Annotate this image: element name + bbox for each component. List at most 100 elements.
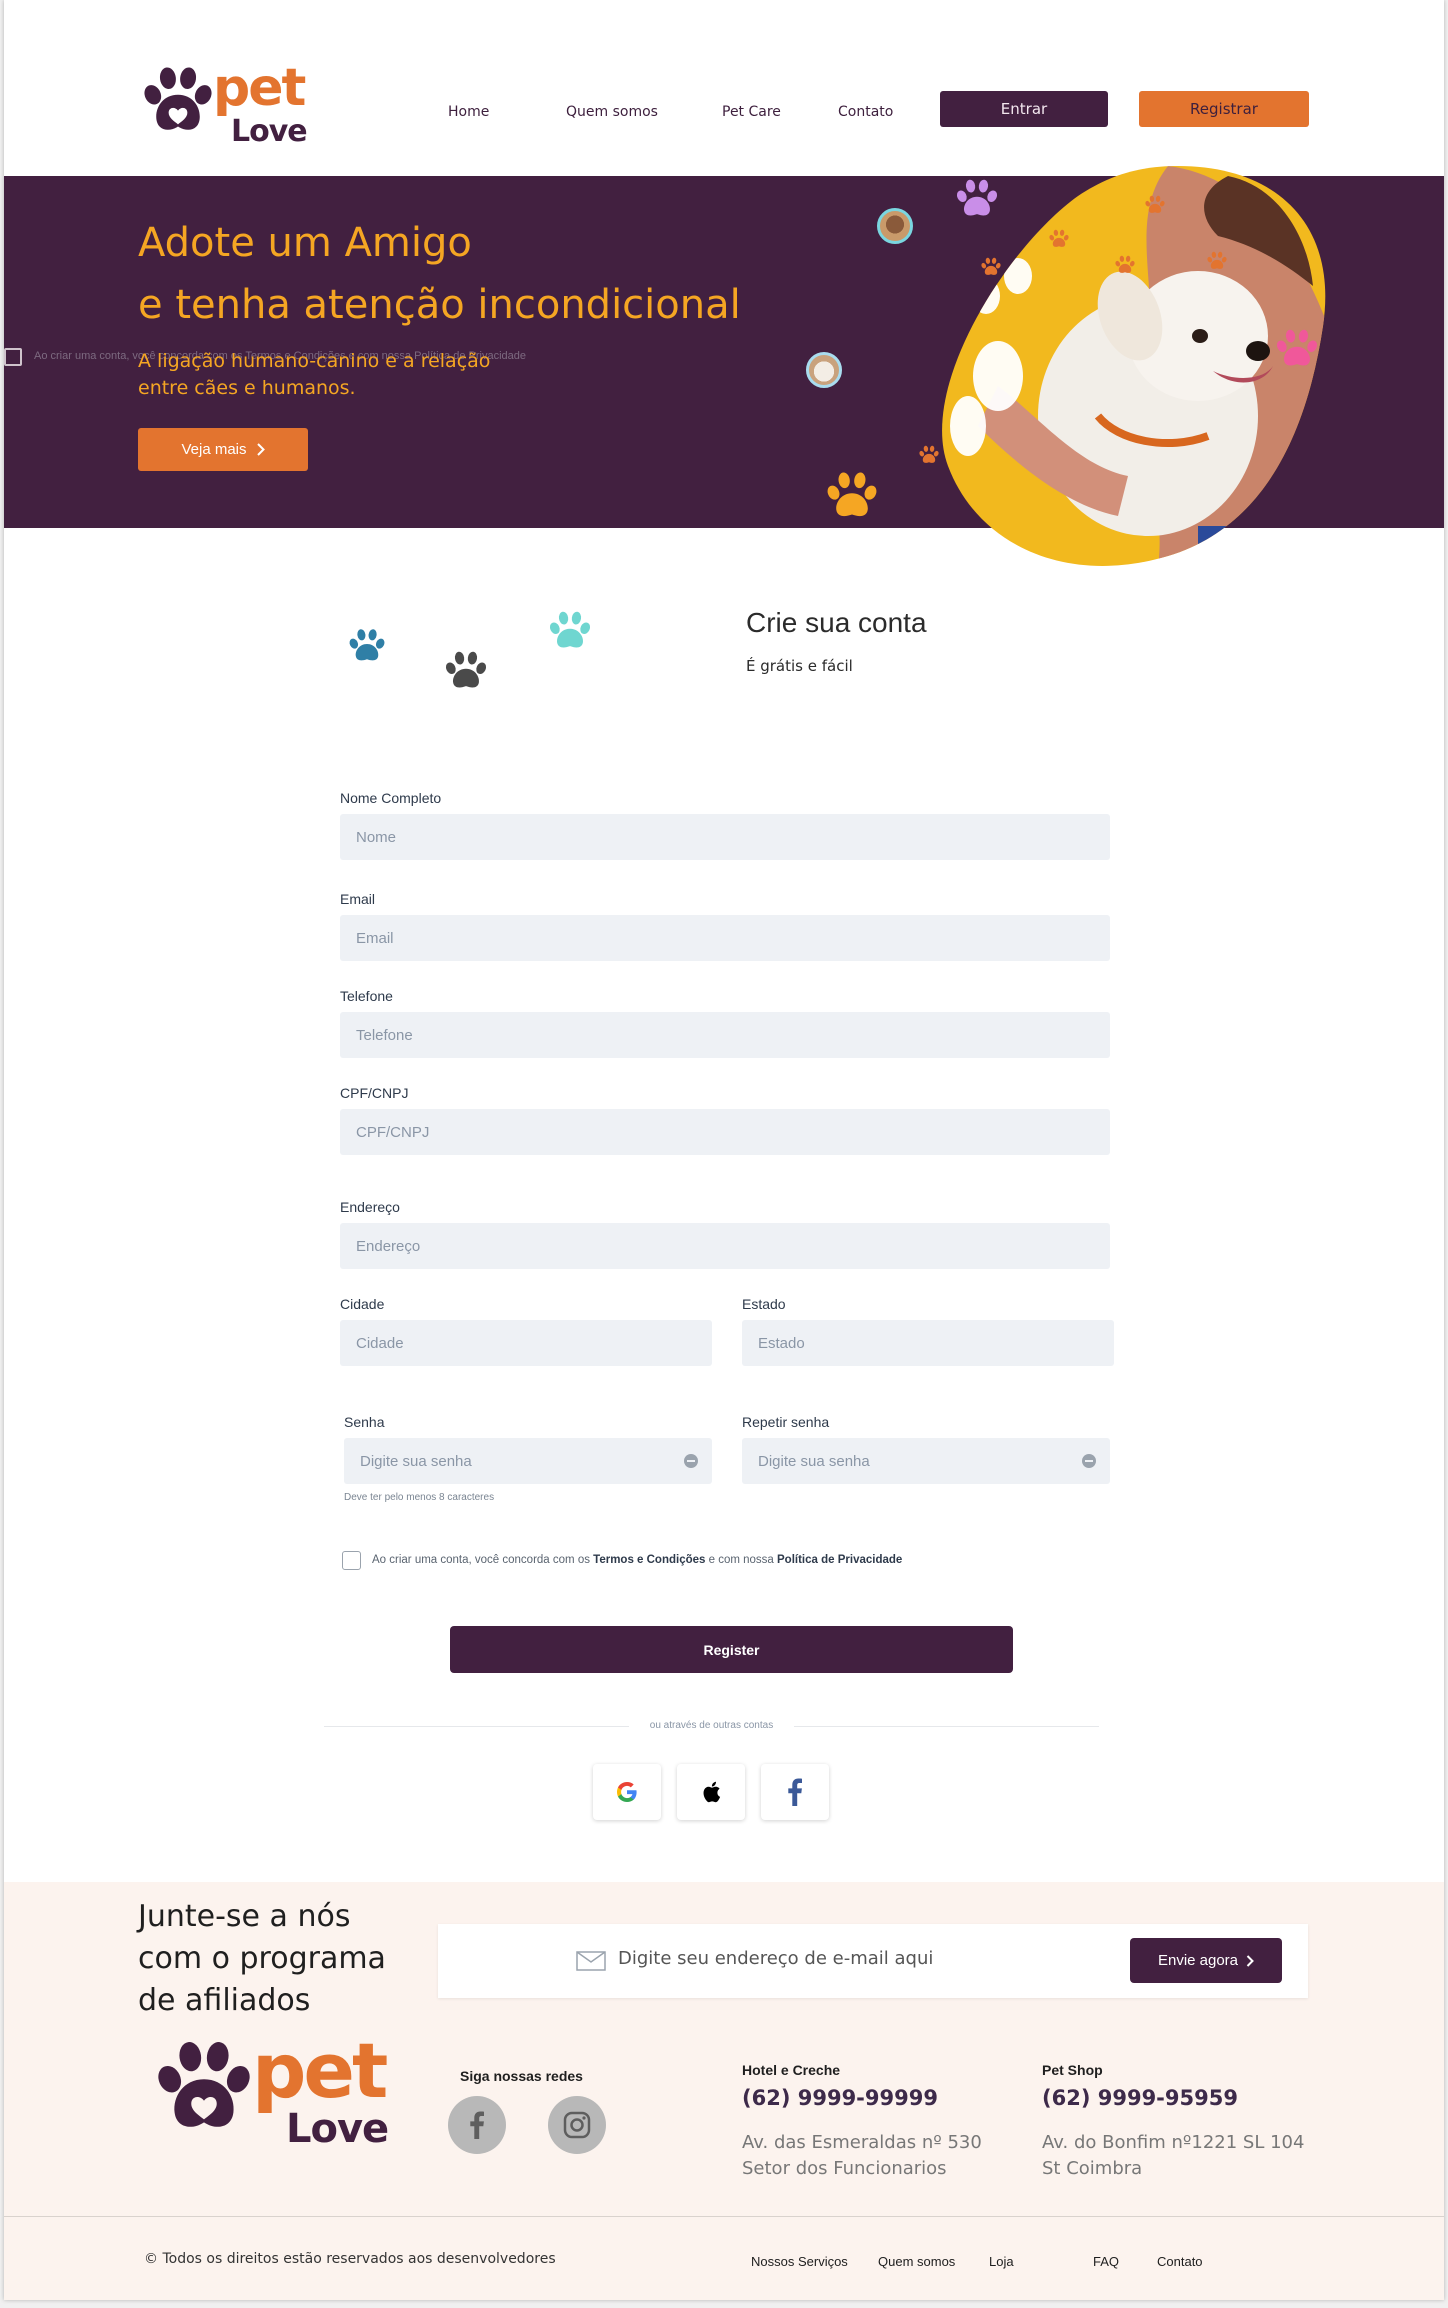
password-placeholder: Digite sua senha — [360, 1452, 472, 1470]
facebook-icon — [470, 2111, 484, 2139]
newsletter-box: Digite seu endereço de e-mail aqui Envie… — [438, 1924, 1308, 1998]
register-button[interactable]: Registrar — [1139, 91, 1309, 127]
facebook-icon — [788, 1778, 802, 1806]
shop-address-line1: Av. do Bonfim nº1221 SL 104 — [1042, 2132, 1305, 2153]
nav-contact[interactable]: Contato — [838, 104, 893, 120]
email-field[interactable]: Email — [340, 915, 1110, 961]
nav-about[interactable]: Quem somos — [566, 104, 658, 120]
eye-off-icon[interactable] — [684, 1454, 698, 1468]
terms-middle: e com nossa — [705, 1554, 778, 1566]
terms-text: Ao criar uma conta, você concorda com os… — [372, 1554, 902, 1566]
newsletter-submit-label: Envie agora — [1157, 1952, 1239, 1969]
doc-field[interactable]: CPF/CNPJ — [340, 1109, 1110, 1155]
social-title: Siga nossas redes — [460, 2068, 583, 2084]
state-label: Estado — [742, 1296, 786, 1312]
submit-button[interactable]: Register — [450, 1626, 1013, 1673]
newsletter-submit-button[interactable]: Envie agora — [1130, 1938, 1282, 1983]
footer-instagram-button[interactable] — [548, 2096, 606, 2154]
shop-title: Pet Shop — [1042, 2062, 1103, 2078]
email-label: Email — [340, 891, 376, 907]
city-label: Cidade — [340, 1296, 385, 1312]
divider-line — [324, 1726, 629, 1727]
hotel-address-line2: Setor dos Funcionarios — [742, 2158, 947, 2179]
city-field[interactable]: Cidade — [340, 1320, 712, 1366]
hero-subtitle-line1: A ligação humano-canino e a relação — [138, 350, 491, 372]
terms-checkbox[interactable] — [342, 1551, 361, 1570]
hero-subtitle: A ligação humano-canino e a relação entr… — [138, 348, 490, 402]
password-field[interactable]: Digite sua senha — [344, 1438, 712, 1484]
terms-prefix: Ao criar uma conta, você concorda com os — [372, 1554, 594, 1566]
pet-avatar — [806, 352, 842, 388]
eye-off-icon[interactable] — [1082, 1454, 1096, 1468]
login-button[interactable]: Entrar — [940, 91, 1108, 127]
password-hint: Deve ter pelo menos 8 caracteres — [344, 1492, 495, 1503]
phone-label: Telefone — [340, 988, 393, 1004]
hero-cta-button[interactable]: Veja mais — [138, 428, 308, 471]
password2-field[interactable]: Digite sua senha — [742, 1438, 1110, 1484]
footer-facebook-button[interactable] — [448, 2096, 506, 2154]
hotel-phone[interactable]: (62) 9999-99999 — [742, 2086, 938, 2110]
address-field[interactable]: Endereço — [340, 1223, 1110, 1269]
hero-title-line2: e tenha atenção incondicional — [138, 282, 741, 328]
affiliate-line3: de afiliados — [138, 1983, 311, 2018]
affiliate-line2: com o programa — [138, 1941, 386, 1976]
header: pet Love Home Quem somos Pet Care Contat… — [4, 0, 1444, 176]
logo-text-pet: pet — [252, 2026, 388, 2115]
hero-title-line1: Adote um Amigo — [138, 220, 472, 266]
phone-field[interactable]: Telefone — [340, 1012, 1110, 1058]
affiliate-title: Junte-se a nós com o programa de afiliad… — [138, 1896, 386, 2022]
name-field[interactable]: Nome — [340, 814, 1110, 860]
footer: Junte-se a nós com o programa de afiliad… — [4, 1882, 1444, 2300]
footer-divider — [4, 2216, 1444, 2217]
footer-logo[interactable]: pet Love — [148, 2026, 408, 2160]
logo-paw-icon — [137, 66, 219, 138]
logo-text-love: Love — [231, 114, 308, 149]
pet-avatar — [877, 208, 913, 244]
footer-link-about[interactable]: Quem somos — [878, 2254, 955, 2269]
hero-title: Adote um Amigo e tenha atenção incondici… — [138, 212, 741, 336]
nav-petcare[interactable]: Pet Care — [722, 104, 781, 120]
footer-link-services[interactable]: Nossos Serviços — [751, 2254, 848, 2269]
state-field[interactable]: Estado — [742, 1320, 1114, 1366]
logo-text-pet: pet — [213, 58, 306, 118]
footer-link-faq[interactable]: FAQ — [1093, 2254, 1119, 2269]
mail-icon — [576, 1951, 606, 1971]
terms-link[interactable]: Termos e Condições — [593, 1554, 705, 1566]
hotel-address-line1: Av. das Esmeraldas nº 530 — [742, 2132, 982, 2153]
chevron-right-icon — [256, 443, 265, 456]
nav-home[interactable]: Home — [448, 104, 489, 120]
hero-image-group — [784, 166, 1424, 566]
paw-icon — [918, 444, 940, 466]
chevron-right-icon — [1246, 1954, 1254, 1967]
google-icon — [617, 1782, 637, 1802]
newsletter-input[interactable]: Digite seu endereço de e-mail aqui — [618, 1948, 933, 1969]
paw-icon — [547, 608, 593, 654]
address-label: Endereço — [340, 1199, 400, 1215]
shop-phone[interactable]: (62) 9999-95959 — [1042, 2086, 1238, 2110]
google-login-button[interactable] — [593, 1764, 661, 1820]
paw-icon — [980, 256, 1002, 278]
paw-icon — [824, 466, 880, 526]
divider-text: ou através de outras contas — [649, 1720, 774, 1731]
shop-address-line2: St Coimbra — [1042, 2158, 1143, 2179]
apple-icon — [703, 1781, 721, 1803]
hero-dog-photo — [942, 166, 1326, 566]
logo[interactable]: pet Love — [137, 58, 327, 150]
instagram-icon — [563, 2111, 591, 2139]
logo-text-love: Love — [286, 2106, 389, 2152]
hero-cta-label: Veja mais — [181, 441, 247, 458]
facebook-login-button[interactable] — [761, 1764, 829, 1820]
logo-paw-icon — [148, 2040, 260, 2138]
signup-subtitle: É grátis e fácil — [746, 657, 853, 675]
name-label: Nome Completo — [340, 790, 442, 806]
password-label: Senha — [344, 1414, 385, 1430]
footer-link-contact[interactable]: Contato — [1157, 2254, 1203, 2269]
affiliate-line1: Junte-se a nós — [138, 1899, 351, 1934]
hero-subtitle-line2: entre cães e humanos. — [138, 377, 356, 399]
privacy-link[interactable]: Política de Privacidade — [777, 1554, 902, 1566]
password2-placeholder: Digite sua senha — [758, 1452, 870, 1470]
footer-link-store[interactable]: Loja — [989, 2254, 1014, 2269]
signup-title: Crie sua conta — [746, 607, 927, 638]
paw-icon — [1114, 254, 1136, 276]
apple-login-button[interactable] — [677, 1764, 745, 1820]
